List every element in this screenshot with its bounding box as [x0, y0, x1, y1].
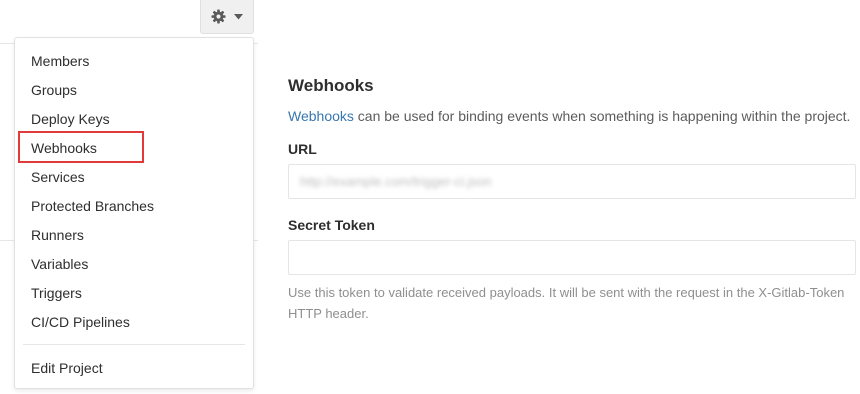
- url-input[interactable]: [288, 164, 856, 199]
- menu-item-runners[interactable]: Runners: [31, 224, 84, 246]
- page: Members Groups Deploy Keys Webhooks Serv…: [0, 0, 860, 394]
- settings-dropdown-toggle[interactable]: [200, 0, 254, 34]
- caret-down-icon: [234, 13, 243, 20]
- url-label: URL: [288, 141, 317, 157]
- menu-item-webhooks[interactable]: Webhooks: [31, 137, 97, 159]
- webhooks-description: Webhooks can be used for binding events …: [288, 108, 850, 124]
- menu-divider: [23, 344, 245, 345]
- menu-item-services[interactable]: Services: [31, 166, 85, 188]
- page-title: Webhooks: [288, 76, 374, 95]
- secret-token-input[interactable]: [288, 240, 856, 275]
- settings-dropdown-menu: Members Groups Deploy Keys Webhooks Serv…: [14, 37, 254, 389]
- secret-token-help-text: Use this token to validate received payl…: [288, 285, 845, 321]
- gear-icon: [211, 9, 226, 24]
- secret-token-label: Secret Token: [288, 217, 375, 233]
- menu-item-protected-branches[interactable]: Protected Branches: [31, 195, 154, 217]
- menu-item-groups[interactable]: Groups: [31, 79, 77, 101]
- menu-item-edit-project[interactable]: Edit Project: [31, 357, 103, 379]
- description-text: can be used for binding events when some…: [353, 108, 851, 124]
- menu-item-ci-cd-pipelines[interactable]: CI/CD Pipelines: [31, 311, 130, 333]
- menu-item-deploy-keys[interactable]: Deploy Keys: [31, 108, 110, 130]
- menu-item-members[interactable]: Members: [31, 50, 89, 72]
- webhooks-help-link[interactable]: Webhooks: [288, 108, 354, 124]
- menu-item-variables[interactable]: Variables: [31, 253, 88, 275]
- menu-item-triggers[interactable]: Triggers: [31, 282, 82, 304]
